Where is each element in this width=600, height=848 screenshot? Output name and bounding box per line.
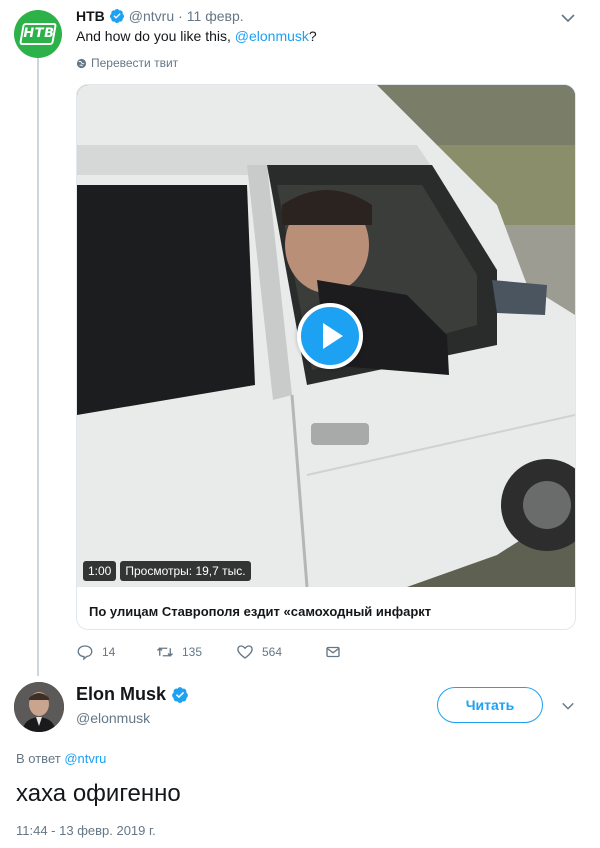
translate-link[interactable]: Перевести твит [76, 56, 178, 70]
follow-button[interactable]: Читать [437, 687, 543, 723]
retweet-icon [157, 647, 173, 657]
translate-label: Перевести твит [91, 56, 179, 70]
message-icon [326, 646, 340, 658]
like-count: 564 [262, 645, 283, 659]
like-icon [237, 645, 253, 659]
reply-author-name[interactable]: Elon Musk [76, 684, 193, 705]
reply-author-handle[interactable]: @elonmusk [76, 710, 150, 726]
tweet-actions: 14 135 564 [76, 643, 342, 661]
ntv-avatar[interactable]: НТВ [14, 10, 62, 58]
tweet-header: НТВ @ntvru · 11 февр. [76, 8, 244, 24]
retweet-button[interactable]: 135 [156, 643, 236, 661]
video-duration: 1:00 [83, 561, 117, 581]
thread-connector-line [37, 58, 39, 676]
retweet-count: 135 [182, 645, 203, 659]
video-badges: 1:00 Просмотры: 19,7 тыс. [83, 561, 251, 581]
reply-author-name-text: Elon Musk [76, 684, 167, 704]
card-title[interactable]: По улицам Ставрополя ездит «самоходный и… [89, 604, 431, 619]
chevron-down-icon[interactable] [561, 699, 575, 713]
reply-tweet-text: хаха офигенно [16, 780, 181, 807]
reply-to-line: В ответ @ntvru [16, 751, 106, 766]
tweet-text: And how do you like this, @elonmusk? [76, 28, 317, 44]
verified-badge-icon [109, 9, 124, 23]
play-button[interactable] [297, 303, 363, 369]
tweet-text-prefix: And how do you like this, [76, 28, 235, 44]
avatar-image [14, 682, 64, 732]
globe-icon [76, 58, 87, 68]
elon-avatar[interactable] [14, 682, 64, 732]
media-card[interactable]: 1:00 Просмотры: 19,7 тыс. По улицам Став… [76, 84, 576, 630]
tweet-text-suffix: ? [308, 28, 317, 44]
reply-button[interactable]: 14 [76, 643, 156, 661]
reply-icon [77, 645, 93, 661]
reply-to-prefix: В ответ [16, 751, 65, 766]
author-handle[interactable]: @ntvru [129, 8, 174, 24]
reply-count: 14 [102, 645, 116, 659]
separator-dot: · [178, 8, 183, 24]
verified-badge-icon [172, 686, 188, 703]
play-icon [322, 323, 343, 349]
message-button[interactable] [324, 643, 342, 661]
like-button[interactable]: 564 [236, 643, 324, 661]
reply-to-handle-link[interactable]: @ntvru [64, 751, 106, 766]
reply-timestamp[interactable]: 11:44 - 13 февр. 2019 г. [16, 823, 156, 838]
mention-link[interactable]: @elonmusk [235, 28, 309, 44]
video-views: Просмотры: 19,7 тыс. [120, 561, 251, 581]
author-name[interactable]: НТВ [76, 8, 105, 24]
tweet-date[interactable]: 11 февр. [187, 8, 244, 24]
ntv-logo-text: НТВ [19, 23, 57, 45]
chevron-down-icon[interactable] [560, 10, 576, 26]
video-player[interactable]: 1:00 Просмотры: 19,7 тыс. [77, 85, 575, 587]
